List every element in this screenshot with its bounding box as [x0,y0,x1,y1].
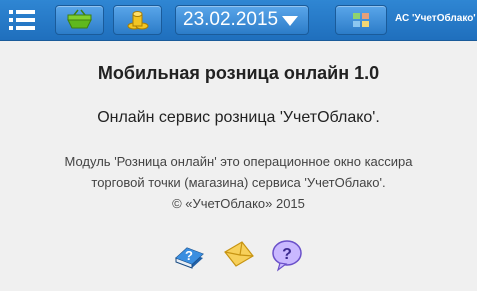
description: Модуль 'Розница онлайн' это операционное… [0,151,477,214]
page-subtitle: Онлайн сервис розница 'УчетОблако'. [97,109,380,126]
window-button[interactable] [335,5,387,35]
footer-icons: ? ? [0,238,477,274]
window-icon [353,13,369,27]
envelope-icon[interactable] [222,238,256,272]
top-toolbar: 23.02.2015 АС 'УчетОблако' [0,0,477,41]
description-line: Модуль 'Розница онлайн' это операционное… [64,154,413,169]
page-title: Мобильная розница онлайн 1.0 [97,63,380,83]
basket-button[interactable] [55,5,104,35]
date-selector[interactable]: 23.02.2015 [175,5,309,35]
basket-icon [67,9,92,29]
svg-text:?: ? [282,246,292,263]
help-book-icon[interactable]: ? [172,238,206,272]
coins-button[interactable] [113,5,162,35]
copyright-line: © «УчетОблако» 2015 [172,196,305,211]
organization-name: АС 'УчетОблако' [395,13,476,24]
question-bubble-icon[interactable]: ? [270,238,304,272]
svg-text:?: ? [185,248,193,263]
description-line: торговой точки (магазина) сервиса 'УчетО… [91,175,386,190]
date-value: 23.02.2015 [183,9,279,30]
hamburger-menu-icon[interactable] [9,8,35,32]
chevron-down-icon [282,16,298,26]
coins-icon [127,11,149,30]
